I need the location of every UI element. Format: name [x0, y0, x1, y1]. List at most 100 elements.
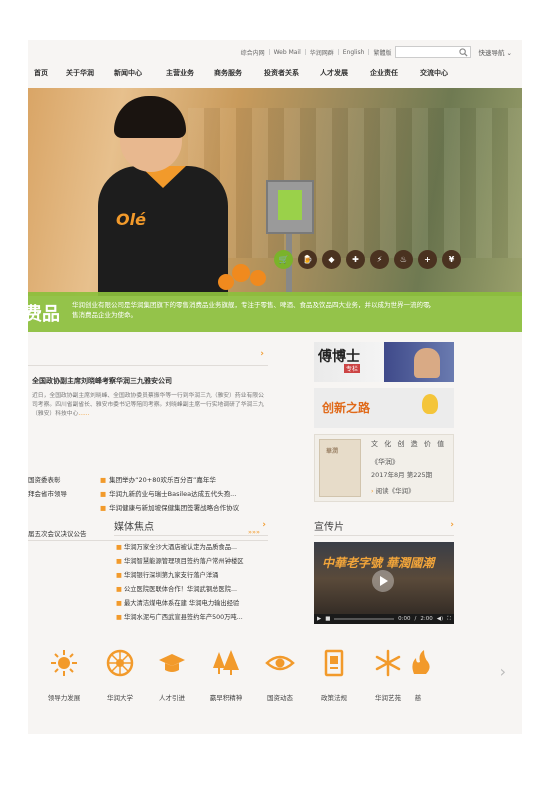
- quicklink-label: 政策法规: [321, 694, 347, 702]
- bullet-icon: ■: [116, 600, 122, 607]
- chevron-right-icon[interactable]: ›: [262, 520, 266, 530]
- bullet-icon: ■: [116, 544, 122, 551]
- list-item[interactable]: ■ 公立医院医联体合作！华润武钢总医院...: [116, 584, 237, 593]
- book-icon: [319, 648, 349, 678]
- gas-flame-icon[interactable]: ♨: [394, 250, 413, 269]
- list-item[interactable]: ■ 华润健康与新加坡保健集团签署战略合作协议: [100, 502, 239, 512]
- quick-nav-button[interactable]: 快速导航 ⌄: [478, 47, 512, 57]
- util-link-traditional[interactable]: 繁體版: [373, 48, 391, 57]
- chevron-right-icon[interactable]: ›: [450, 520, 454, 530]
- list-item[interactable]: ■ 华润智慧能源管理项目签约落户常州钟楼区: [116, 556, 244, 565]
- search-input[interactable]: [395, 46, 472, 58]
- magazine-name: 《华润》: [371, 458, 399, 466]
- util-link-intranet[interactable]: 综合内网: [241, 48, 265, 57]
- quicklink-label: 慈: [414, 694, 422, 702]
- quicklink-spirit[interactable]: 赢早积精神: [198, 648, 254, 702]
- news-summary: 近日，全国政协副主席刘晓峰、全国政协委员蔡振华等一行到华润三九（雅安）药业有限公…: [32, 392, 264, 419]
- beer-icon[interactable]: 🍺: [298, 250, 317, 269]
- chevron-right-icon[interactable]: ›: [260, 349, 264, 359]
- bullet-icon: ■: [116, 572, 122, 579]
- news-more-link[interactable]: ......: [78, 411, 89, 417]
- utility-bar: 综合内网 Web Mail 华润网群 English 繁體版 快速导航 ⌄: [241, 46, 512, 58]
- list-item[interactable]: ■ 最大清洁煤电体系在建 华润电力输出经验: [116, 598, 239, 607]
- nav-home[interactable]: 首页: [34, 68, 48, 78]
- quicklink-label: 国资动态: [267, 694, 293, 702]
- section-header: 媒体焦点 ›: [114, 518, 268, 536]
- list-item[interactable]: ■ 集团举办“20+80欢乐百分百”嘉年华: [100, 474, 216, 484]
- separator: [337, 49, 339, 55]
- promo-title: 创新之路: [322, 401, 371, 415]
- quicklink-charity[interactable]: 慈: [406, 648, 430, 702]
- quicklink-policy[interactable]: 政策法规: [306, 648, 362, 702]
- quicklink-university[interactable]: 华润大学: [92, 648, 148, 702]
- hero-banner[interactable]: Olé 🛒 🍺 ◆ ✚ ⚡ ♨ + ¥: [28, 88, 522, 296]
- volume-icon[interactable]: ◀): [437, 616, 443, 622]
- doctor-fu-column-banner[interactable]: 傅博士 专栏: [314, 342, 454, 382]
- list-item[interactable]: 拜会省市领导: [28, 488, 67, 498]
- play-toggle-icon[interactable]: ▶: [317, 616, 321, 622]
- stop-icon[interactable]: ■: [325, 616, 330, 622]
- search-icon[interactable]: [459, 48, 469, 57]
- business-intro-band: 费品 华润创业有限公司是华润集团旗下的零售消费品业务旗舰，专注于零售、啤酒、食品…: [28, 292, 522, 332]
- nav-news[interactable]: 新闻中心: [114, 68, 142, 78]
- bullet-icon: ■: [116, 586, 122, 593]
- list-item[interactable]: 届五次会议决议公告: [28, 528, 87, 538]
- section-header: 宣传片 ›: [314, 518, 454, 536]
- quicklink-leadership[interactable]: 领导力发展: [36, 648, 92, 702]
- finance-yen-icon[interactable]: ¥: [442, 250, 461, 269]
- play-button[interactable]: [372, 570, 394, 592]
- power-icon[interactable]: ⚡: [370, 250, 389, 269]
- read-magazine-link[interactable]: › 阅读《华润》: [371, 485, 415, 495]
- list-item[interactable]: ■ 华润九新药业与瑞士Basilea达成五代头孢...: [100, 488, 236, 498]
- wheel-icon: [105, 648, 135, 678]
- news-headline[interactable]: 全国政协副主席刘晓峰考察华润三九雅安公司: [32, 376, 172, 386]
- list-item[interactable]: 国资委表彰: [28, 474, 61, 484]
- chevron-right-icon[interactable]: ›: [428, 302, 431, 311]
- list-item[interactable]: ■ 华润水泥与广西武宣县签约年产500万吨...: [116, 612, 243, 621]
- pharma-icon[interactable]: ✚: [346, 250, 365, 269]
- quicklink-talent[interactable]: 人才引进: [144, 648, 200, 702]
- nav-responsibility[interactable]: 企业责任: [370, 68, 398, 78]
- innovation-road-banner[interactable]: 创新之路: [314, 388, 454, 428]
- nav-business[interactable]: 主营业务: [166, 68, 194, 78]
- quicklink-label: 赢早积精神: [209, 694, 243, 702]
- magazine-banner[interactable]: 華潤 文 化 创 造 价 值 《华润》 2017年8月 第225期 › 阅读《华润…: [314, 434, 454, 502]
- video-caption: 中華老字號 華潤國潮: [322, 556, 435, 570]
- ole-logo: Olé: [116, 210, 146, 229]
- video-player[interactable]: 中華老字號 華潤國潮: [314, 542, 454, 624]
- nav-investors[interactable]: 投资者关系: [264, 68, 299, 78]
- list-item-text: 华润健康与新加坡保健集团签署战略合作协议: [109, 504, 240, 512]
- list-item[interactable]: ■ 华润万家全沙大酒店被认定为品质食品...: [116, 542, 237, 551]
- util-link-webmail[interactable]: Web Mail: [274, 49, 301, 56]
- carousel-next-arrow-icon[interactable]: ›: [500, 662, 506, 681]
- food-icon[interactable]: ◆: [322, 250, 341, 269]
- orange-fruit: [250, 270, 266, 286]
- section-title: 宣传片: [314, 522, 344, 533]
- util-link-network[interactable]: 华润网群: [310, 48, 334, 57]
- list-item[interactable]: ■ 华润银行深圳第九家支行落户洋涌: [116, 570, 218, 579]
- magazine-cover: 華潤: [319, 439, 361, 497]
- store-shelves: [188, 108, 522, 258]
- chevron-right-icon: ›: [371, 487, 374, 495]
- util-link-english[interactable]: English: [343, 49, 365, 56]
- fullscreen-icon[interactable]: ⛶: [447, 616, 451, 623]
- video-progress-bar[interactable]: [334, 618, 395, 620]
- trees-icon: [211, 648, 241, 678]
- medical-cross-icon[interactable]: +: [418, 250, 437, 269]
- business-icon-row: 🛒 🍺 ◆ ✚ ⚡ ♨ + ¥: [274, 250, 461, 269]
- play-icon: [380, 576, 388, 586]
- bullet-icon: ■: [100, 476, 107, 484]
- retail-cart-icon[interactable]: 🛒: [274, 250, 293, 269]
- band-heading: 费品: [28, 304, 60, 325]
- nav-about[interactable]: 关于华润: [66, 68, 94, 78]
- nav-exchange[interactable]: 交流中心: [420, 68, 448, 78]
- read-magazine-label: 阅读《华润》: [375, 487, 415, 495]
- quicklink-sasac[interactable]: 国资动态: [252, 648, 308, 702]
- section-title: 媒体焦点: [114, 522, 154, 533]
- separator: [368, 49, 370, 55]
- nav-services[interactable]: 商务服务: [214, 68, 242, 78]
- news-summary-text: 近日，全国政协副主席刘晓峰、全国政协委员蔡振华等一行到华润三九（雅安）药业有限公…: [32, 393, 264, 417]
- nav-talent[interactable]: 人才发展: [320, 68, 348, 78]
- magazine-slogan: 文 化 创 造 价 值: [371, 440, 447, 448]
- orange-fruit: [218, 274, 234, 290]
